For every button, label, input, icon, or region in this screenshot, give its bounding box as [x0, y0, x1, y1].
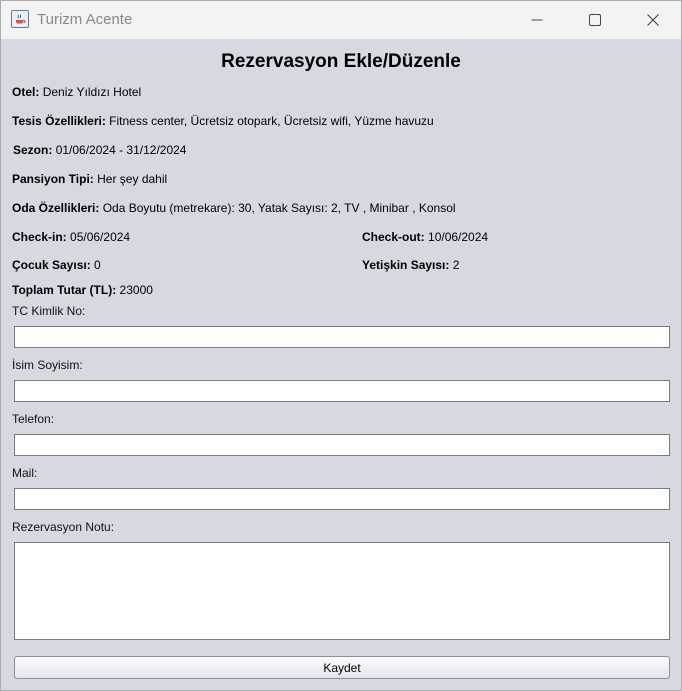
children-count-label: Çocuk Sayısı:: [12, 258, 91, 272]
phone-input[interactable]: [14, 434, 670, 456]
room-features-value: Oda Boyutu (metrekare): 30, Yatak Sayısı…: [102, 201, 456, 215]
checkin-info: Check-in: 05/06/2024: [12, 230, 130, 244]
checkout-info: Check-out: 10/06/2024: [362, 230, 488, 244]
facilities-label: Tesis Özellikleri:: [12, 114, 106, 128]
checkout-label: Check-out:: [362, 230, 425, 244]
total-price-label: Toplam Tutar (TL):: [12, 283, 117, 297]
java-app-icon: [11, 10, 29, 28]
maximize-button[interactable]: [566, 1, 624, 39]
checkin-value: 05/06/2024: [70, 230, 131, 244]
board-type-label: Pansiyon Tipi:: [12, 172, 94, 186]
full-name-label: İsim Soyisim:: [12, 358, 83, 372]
room-features-info: Oda Özellikleri: Oda Boyutu (metrekare):…: [12, 201, 456, 215]
facilities-value: Fitness center, Ücretsiz otopark, Ücrets…: [109, 114, 434, 128]
close-button[interactable]: [624, 1, 681, 39]
children-count-value: 0: [94, 258, 101, 272]
window-title: Turizm Acente: [37, 11, 133, 28]
form-panel: Rezervasyon Ekle/Düzenle Otel: Deniz Yıl…: [1, 39, 681, 690]
minimize-button[interactable]: [508, 1, 566, 39]
phone-label: Telefon:: [12, 412, 55, 426]
hotel-info: Otel: Deniz Yıldızı Hotel: [12, 85, 141, 99]
adult-count-value: 2: [452, 258, 460, 272]
season-info: Sezon: 01/06/2024 - 31/12/2024: [13, 143, 186, 157]
tc-id-input[interactable]: [14, 326, 670, 348]
save-button[interactable]: Kaydet: [14, 656, 670, 679]
app-window: Turizm Acente Rezervasyon Ekle/Düzenle O…: [0, 0, 682, 691]
maximize-icon: [589, 14, 601, 26]
mail-label: Mail:: [12, 466, 38, 480]
tc-id-label: TC Kimlik No:: [12, 304, 86, 318]
children-count-info: Çocuk Sayısı: 0: [12, 258, 101, 272]
checkin-label: Check-in:: [12, 230, 67, 244]
facilities-info: Tesis Özellikleri: Fitness center, Ücret…: [12, 114, 434, 128]
room-features-label: Oda Özellikleri:: [12, 201, 100, 215]
form-heading: Rezervasyon Ekle/Düzenle: [221, 51, 461, 72]
title-bar: Turizm Acente: [1, 1, 681, 39]
mail-input[interactable]: [14, 488, 670, 510]
adult-count-info: Yetişkin Sayısı: 2: [362, 258, 459, 272]
adult-count-label: Yetişkin Sayısı:: [362, 258, 450, 272]
board-type-info: Pansiyon Tipi: Her şey dahil: [12, 172, 167, 186]
reservation-note-label: Rezervasyon Notu:: [12, 520, 115, 534]
close-icon: [647, 14, 659, 26]
hotel-label: Otel:: [12, 85, 40, 99]
reservation-note-textarea[interactable]: [14, 542, 670, 640]
total-price-value: 23000: [119, 283, 153, 297]
full-name-input[interactable]: [14, 380, 670, 402]
season-value: 01/06/2024 - 31/12/2024: [55, 143, 187, 157]
hotel-value: Deniz Yıldızı Hotel: [42, 85, 142, 99]
board-type-value: Her şey dahil: [97, 172, 168, 186]
minimize-icon: [531, 19, 543, 21]
checkout-value: 10/06/2024: [428, 230, 489, 244]
total-price-info: Toplam Tutar (TL): 23000: [12, 283, 153, 297]
season-label: Sezon:: [13, 143, 53, 157]
